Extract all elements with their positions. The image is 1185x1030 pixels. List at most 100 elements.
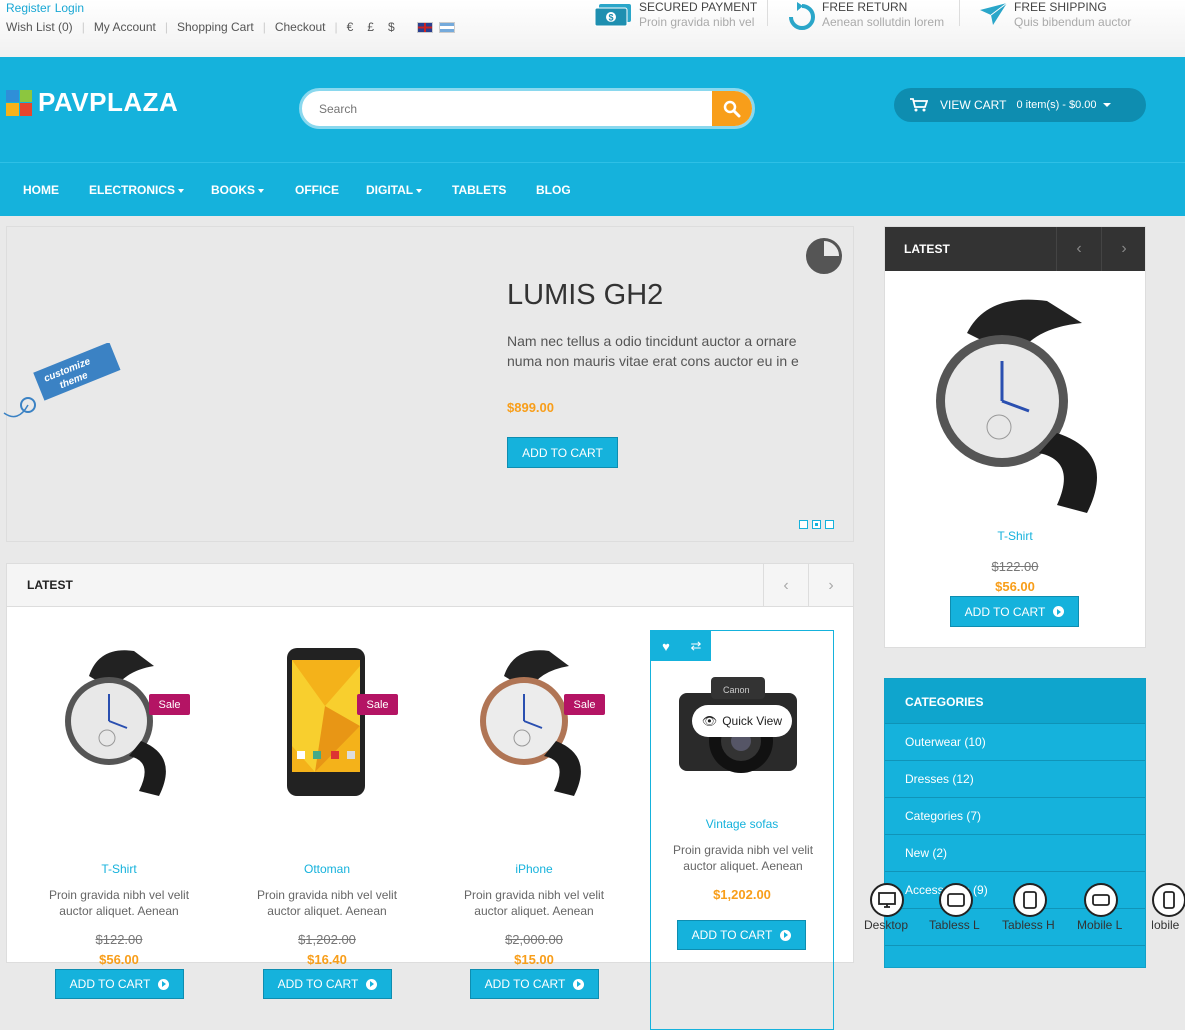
slide-add-to-cart-button[interactable]: ADD TO CART [507,437,618,468]
wishlist-link[interactable]: Wish List (0) [6,20,73,34]
mobile-icon [1152,883,1185,917]
slider-dot[interactable] [825,520,834,529]
my-account-link[interactable]: My Account [94,20,156,34]
category-item[interactable]: New (2) [885,835,1145,872]
search-button[interactable] [712,91,752,126]
search-input[interactable] [319,98,699,120]
nav-tablets[interactable]: TABLETS [452,183,506,197]
logo[interactable]: PAVPLAZA [6,87,178,118]
next-arrow-button[interactable]: › [1101,227,1146,271]
prev-arrow-button[interactable]: ‹ [1056,227,1101,271]
add-to-cart-button[interactable]: ADD TO CART [950,596,1079,627]
add-to-cart-button[interactable]: ADD TO CART [263,969,392,999]
sale-badge: Sale [564,694,605,715]
device-mobile-landscape-button[interactable]: Mobile L [1077,883,1154,943]
refresh-icon [789,2,815,30]
arrow-circle-icon [366,978,378,990]
product-card: Sale iPhone Proin gravida nibh vel velit… [440,608,628,1008]
customize-theme-tag[interactable]: customize theme [0,343,125,423]
device-label: Tabless L [929,918,980,932]
device-desktop-button[interactable]: Desktop [864,883,940,943]
device-tablet-portrait-button[interactable]: Tabless H [1002,883,1083,943]
view-cart-button[interactable]: VIEW CART 0 item(s) - $0.00 [894,88,1146,122]
desktop-icon [870,883,904,917]
category-item[interactable]: Dresses (12) [885,761,1145,798]
shopping-cart-link[interactable]: Shopping Cart [177,20,254,34]
slider-timer-icon [806,238,842,274]
feature-subtitle: Proin gravida nibh vel [639,15,755,29]
uk-flag-icon[interactable] [416,21,433,33]
login-link[interactable]: Login [55,1,84,15]
watch-image[interactable] [474,646,594,801]
currency-dollar[interactable]: $ [388,20,395,34]
nav-digital[interactable]: DIGITAL [366,183,423,197]
svg-text:$: $ [609,13,614,23]
product-card: Sale T-Shirt Proin gravida nibh vel veli… [25,608,213,1008]
sale-badge: Sale [357,694,398,715]
nav-home[interactable]: HOME [23,183,59,197]
caret-down-icon [258,188,265,193]
categories-header: CATEGORIES [885,679,1145,724]
add-to-cart-button[interactable]: ADD TO CART [677,920,806,950]
feature-free-return: FREE RETURN Aenean sollutdin lorem [787,0,952,36]
device-mobile-button[interactable]: Mobile [1152,883,1185,943]
argentina-flag-icon[interactable] [438,21,455,33]
product-name[interactable]: T-Shirt [25,862,213,876]
shopping-cart-icon [910,98,928,112]
quick-view-button[interactable]: 👁 Quick View [692,705,792,737]
currency-pound[interactable]: £ [367,20,374,34]
add-to-cart-button[interactable]: ADD TO CART [55,969,184,999]
add-to-cart-button[interactable]: ADD TO CART [470,969,599,999]
nav-electronics[interactable]: ELECTRONICS [89,183,185,197]
product-price: $56.00 [99,952,139,967]
header: PAVPLAZA VIEW CART 0 item(s) - $0.00 [0,57,1185,162]
watch-image[interactable] [907,293,1127,518]
product-name[interactable]: Vintage sofas [651,817,833,831]
arrow-circle-icon [780,929,792,941]
account-links: Register Login [6,1,88,15]
product-price: $56.00 [995,579,1035,594]
product-old-price: $122.00 [991,559,1039,574]
currency-euro[interactable]: € [347,20,354,34]
product-old-price: $2,000.00 [505,932,563,947]
category-item[interactable]: Categories (7) [885,798,1145,835]
card-actions: ♥ ⇄ [651,631,711,661]
compare-icon[interactable]: ⇄ [681,631,711,661]
product-name[interactable]: iPhone [440,862,628,876]
feature-subtitle: Aenean sollutdin lorem [822,15,945,29]
register-link[interactable]: Register [6,1,51,15]
search-icon [723,100,741,117]
product-price: $16.40 [307,952,347,967]
watch-image[interactable] [59,646,179,801]
hero-slider: LUMIS GH2 Nam nec tellus a odio tincidun… [6,226,854,542]
device-tablet-landscape-button[interactable]: Tabless L [929,883,1009,943]
nav-office[interactable]: OFFICE [295,183,339,197]
caret-down-icon [416,188,423,193]
product-description: Proin gravida nibh vel velit auctor aliq… [463,888,605,918]
product-description: Proin gravida nibh vel velit auctor aliq… [256,888,398,918]
device-label: Desktop [864,918,909,932]
logo-text: PAVPLAZA [38,87,179,117]
device-label: Tabless H [1002,918,1055,932]
product-name[interactable]: Ottoman [233,862,421,876]
mobile-landscape-icon [1084,883,1118,917]
category-item[interactable]: Outerwear (10) [885,724,1145,761]
arrow-circle-icon [158,978,170,990]
phone-image[interactable] [285,646,367,798]
feature-secured-payment: $ SECURED PAYMENT Proin gravida nibh vel [594,0,764,36]
slider-dot[interactable] [799,520,808,529]
nav-books[interactable]: BOOKS [211,183,265,197]
checkout-link[interactable]: Checkout [275,20,326,34]
feature-title: FREE RETURN [822,0,908,14]
top-bar: Register Login Wish List (0) | My Account |… [0,0,1185,57]
feature-subtitle: Quis bibendum auctor [1014,15,1132,29]
caret-down-icon [178,188,185,193]
feature-title: FREE SHIPPING [1014,0,1107,14]
sidebar-latest-header: LATEST ‹ › [885,227,1145,271]
slider-dot-active[interactable] [812,520,821,529]
prev-arrow-button[interactable]: ‹ [763,564,808,607]
wishlist-heart-icon[interactable]: ♥ [651,631,681,661]
nav-blog[interactable]: BLOG [536,183,571,197]
product-name[interactable]: T-Shirt [885,529,1145,543]
next-arrow-button[interactable]: › [808,564,853,607]
